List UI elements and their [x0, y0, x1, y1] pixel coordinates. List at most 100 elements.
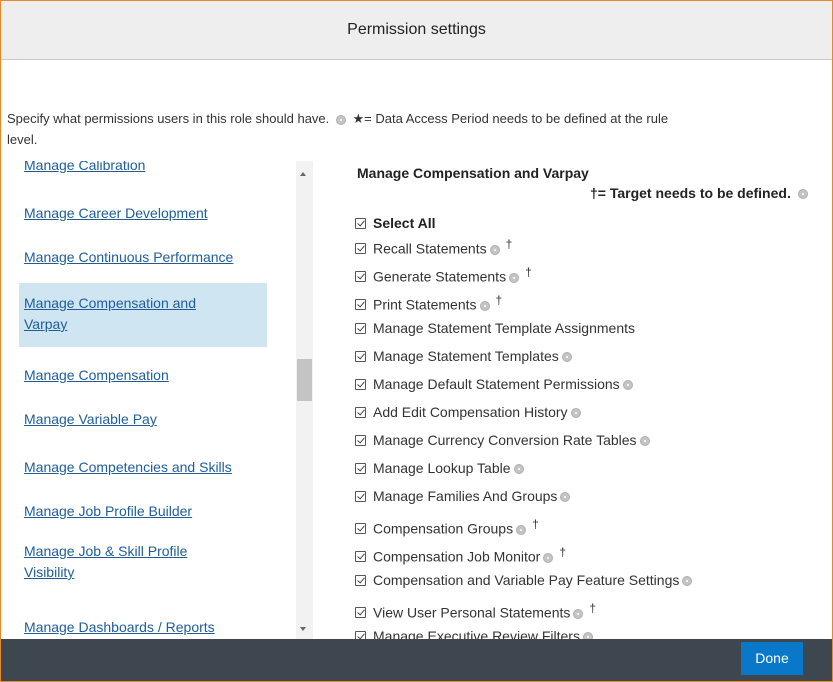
- info-icon[interactable]: [573, 608, 584, 619]
- info-icon[interactable]: [560, 492, 571, 503]
- permission-label: Manage Statement Template Assignments: [373, 320, 636, 336]
- permission-label: Compensation and Variable Pay Feature Se…: [373, 572, 680, 588]
- info-icon[interactable]: [513, 464, 524, 475]
- permission-detail-panel: Manage Compensation and Varpay †= Target…: [351, 161, 832, 639]
- select-all-checkbox[interactable]: Select All: [355, 213, 436, 233]
- checkbox-checked-icon[interactable]: [355, 217, 366, 229]
- permission-label: Recall Statements: [373, 240, 487, 257]
- permission-item[interactable]: Manage Lookup Table: [355, 458, 527, 478]
- section-title: Manage Compensation and Varpay: [357, 165, 589, 181]
- permission-label: Manage Families And Groups: [373, 488, 558, 504]
- checkbox-checked-icon[interactable]: [355, 299, 366, 311]
- permission-label: Manage Statement Templates: [373, 348, 559, 364]
- checkbox-checked-icon[interactable]: [355, 434, 366, 446]
- sidebar-item-manage-compensation-and-varpay[interactable]: Manage Compensation and Varpay: [19, 283, 267, 347]
- info-icon[interactable]: [622, 380, 633, 391]
- target-dagger: †: [532, 517, 539, 531]
- permission-item[interactable]: Manage Families And Groups: [355, 486, 573, 506]
- info-icon[interactable]: [639, 436, 650, 447]
- sidebar-item-label: Visibility: [24, 564, 75, 580]
- permission-item[interactable]: Manage Executive Review Filters: [355, 626, 596, 639]
- info-icon[interactable]: [582, 632, 593, 639]
- permission-category-list: Manage Calibration Manage Career Develop…: [19, 161, 271, 639]
- info-icon[interactable]: [570, 408, 581, 419]
- sidebar-item-manage-competencies-and-skills[interactable]: Manage Competencies and Skills: [19, 457, 267, 478]
- sidebar-scrollbar[interactable]: [296, 161, 313, 639]
- description-text: Specify what permissions users in this r…: [7, 111, 330, 126]
- permission-label: Manage Executive Review Filters: [373, 628, 580, 639]
- sidebar-item-manage-dashboards-reports[interactable]: Manage Dashboards / Reports: [19, 617, 267, 638]
- sidebar-item-manage-continuous-performance[interactable]: Manage Continuous Performance: [19, 247, 267, 268]
- permission-item[interactable]: Manage Statement Templates: [355, 346, 575, 366]
- info-icon[interactable]: [489, 244, 500, 255]
- checkbox-checked-icon[interactable]: [355, 551, 366, 563]
- scroll-down-icon[interactable]: [300, 627, 306, 631]
- info-icon[interactable]: [509, 272, 520, 283]
- info-icon[interactable]: [682, 576, 693, 587]
- target-note-text: †= Target needs to be defined.: [590, 185, 791, 201]
- scrollbar-thumb[interactable]: [297, 359, 312, 401]
- checkbox-checked-icon[interactable]: [355, 350, 366, 362]
- permission-label: Manage Default Statement Permissions: [373, 376, 620, 392]
- permission-item[interactable]: Recall Statements †: [355, 234, 513, 257]
- scroll-up-icon[interactable]: [300, 172, 306, 176]
- target-dagger: †: [495, 293, 503, 307]
- permission-label: Compensation Job Monitor: [373, 548, 541, 565]
- permission-item[interactable]: Compensation Groups †: [355, 514, 539, 537]
- permission-description: Specify what permissions users in this r…: [7, 108, 827, 150]
- done-button[interactable]: Done: [741, 642, 803, 675]
- permission-dialog: Permission settings Specify what permiss…: [0, 0, 833, 682]
- permission-item[interactable]: Compensation and Variable Pay Feature Se…: [355, 570, 695, 590]
- checkbox-checked-icon[interactable]: [355, 406, 366, 418]
- permission-item[interactable]: Manage Currency Conversion Rate Tables: [355, 430, 653, 450]
- select-all-label: Select All: [373, 215, 436, 231]
- checkbox-checked-icon[interactable]: [355, 243, 366, 255]
- checkbox-checked-icon[interactable]: [355, 322, 366, 334]
- permission-label: Compensation Groups: [373, 520, 514, 537]
- description-text-line2: level.: [7, 132, 38, 147]
- permission-item[interactable]: View User Personal Statements †: [355, 598, 597, 621]
- sidebar-item-manage-job-profile-builder[interactable]: Manage Job Profile Builder: [19, 501, 267, 522]
- checkbox-checked-icon[interactable]: [355, 462, 366, 474]
- target-dagger: †: [559, 545, 566, 559]
- info-icon[interactable]: [335, 114, 346, 125]
- permission-label: Manage Lookup Table: [373, 460, 511, 476]
- permission-item[interactable]: Manage Statement Template Assignments: [355, 318, 635, 338]
- target-note: †= Target needs to be defined.: [590, 185, 811, 201]
- info-icon[interactable]: [561, 352, 572, 363]
- permission-item[interactable]: Add Edit Compensation History: [355, 402, 584, 422]
- permission-label: Generate Statements: [373, 268, 507, 285]
- data-access-note: ★= Data Access Period needs to be define…: [352, 111, 669, 126]
- info-icon[interactable]: [516, 524, 527, 535]
- permission-item[interactable]: Compensation Job Monitor †: [355, 542, 566, 565]
- info-icon[interactable]: [797, 189, 808, 200]
- checkbox-checked-icon[interactable]: [355, 271, 366, 283]
- sidebar-item-manage-variable-pay[interactable]: Manage Variable Pay: [19, 409, 267, 430]
- permission-item[interactable]: Print Statements †: [355, 290, 503, 313]
- info-icon[interactable]: [479, 300, 490, 311]
- dialog-header: Permission settings: [1, 1, 832, 60]
- target-dagger: †: [589, 601, 597, 615]
- permission-label: Add Edit Compensation History: [373, 404, 568, 420]
- permission-label: Print Statements: [373, 296, 477, 313]
- checkbox-checked-icon[interactable]: [355, 378, 366, 390]
- checkbox-checked-icon[interactable]: [355, 630, 366, 639]
- sidebar-item-manage-career-development[interactable]: Manage Career Development: [19, 203, 267, 224]
- sidebar-item-label: Varpay: [24, 316, 68, 332]
- permission-item[interactable]: Generate Statements †: [355, 262, 532, 285]
- permission-item[interactable]: Manage Default Statement Permissions: [355, 374, 636, 394]
- target-dagger: †: [505, 237, 513, 251]
- sidebar-item-manage-calibration[interactable]: Manage Calibration: [19, 161, 267, 176]
- target-dagger: †: [525, 265, 532, 279]
- sidebar-item-manage-job-skill-profile-visibility[interactable]: Manage Job & Skill Profile Visibility: [19, 541, 267, 583]
- checkbox-checked-icon[interactable]: [355, 523, 366, 535]
- checkbox-checked-icon[interactable]: [355, 574, 366, 586]
- sidebar-item-manage-compensation[interactable]: Manage Compensation: [19, 365, 267, 386]
- dialog-footer: Done: [1, 639, 832, 681]
- sidebar-item-label: Manage Job & Skill Profile: [24, 543, 188, 559]
- dialog-title: Permission settings: [347, 21, 486, 38]
- info-icon[interactable]: [543, 552, 554, 563]
- checkbox-checked-icon[interactable]: [355, 607, 366, 619]
- permission-label: Manage Currency Conversion Rate Tables: [373, 432, 637, 448]
- checkbox-checked-icon[interactable]: [355, 490, 366, 502]
